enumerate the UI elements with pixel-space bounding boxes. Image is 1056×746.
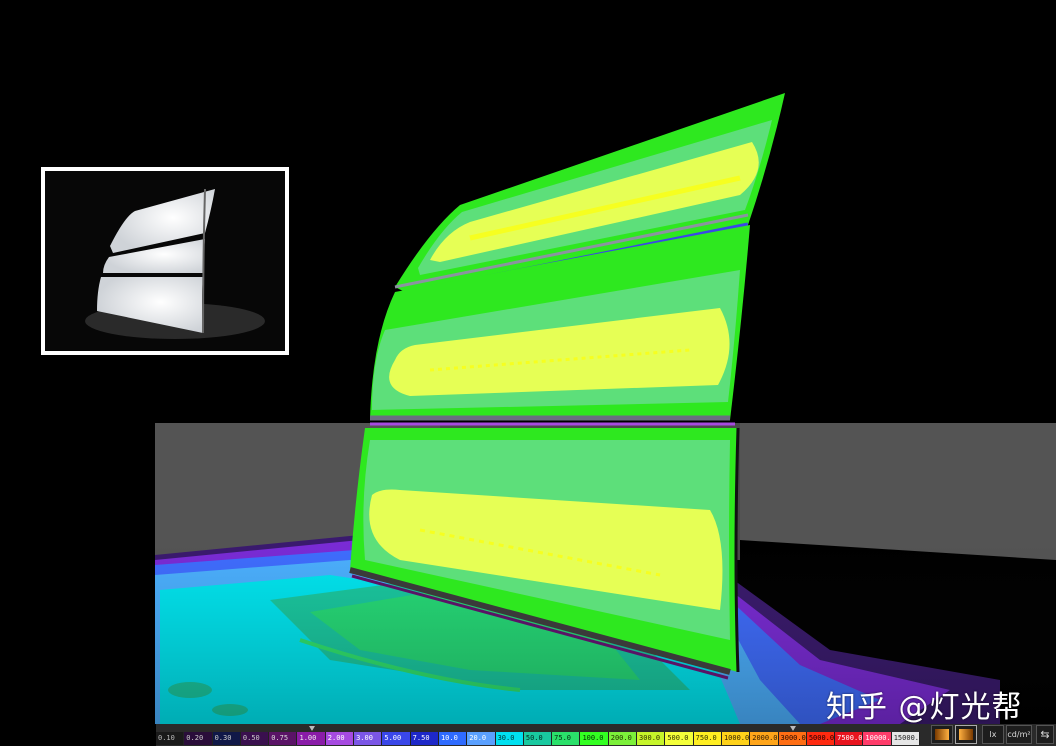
legend-swatch: 10.0: [438, 732, 468, 745]
legend-swatch: 500.0: [665, 732, 694, 745]
false-color-render-viewport[interactable]: [0, 0, 1056, 746]
legend-swatch: 5000.0: [806, 732, 836, 745]
inset-frame: [41, 167, 289, 355]
gradient-alt-button[interactable]: [955, 725, 977, 744]
gradient-icon: [935, 729, 949, 740]
legend-swatch: 3.00: [354, 732, 383, 745]
legend-swatch: 30.0: [495, 732, 524, 745]
legend-swatch: 1.00: [297, 732, 326, 745]
gradient-alt-icon: [959, 729, 973, 740]
legend-swatch: 300.0: [637, 732, 666, 745]
legend-swatch: 100.0: [580, 732, 609, 745]
legend-swatch: 0.10: [156, 732, 185, 745]
lux-unit-button[interactable]: lx: [982, 725, 1004, 744]
legend-swatch: 15000.0: [891, 732, 921, 745]
legend-swatch: 2.00: [325, 732, 355, 745]
legend-swatch: 5.00: [382, 732, 411, 745]
watermark-text: 知乎 @灯光帮: [826, 690, 1023, 725]
color-legend: 0.10 0.20 0.30 0.50 0.75 1.00 2.00 3.00 5.00 7.50…: [156, 732, 921, 745]
legend-swatch: 750.0: [693, 732, 722, 745]
legend-swatch: 0.20: [184, 732, 213, 745]
legend-swatch: 50.0: [523, 732, 553, 745]
legend-swatch: 7500.0: [835, 732, 864, 745]
legend-swatch: 0.75: [269, 732, 298, 745]
gradient-button[interactable]: [931, 725, 953, 744]
legend-swatch: 0.30: [212, 732, 241, 745]
scale-marker[interactable]: [308, 726, 315, 731]
panel-wall: [349, 93, 785, 680]
swap-button[interactable]: ⇆: [1036, 725, 1054, 744]
legend-swatch: 200.0: [608, 732, 638, 745]
false-color-scale-bar: 0.10 0.20 0.30 0.50 0.75 1.00 2.00 3.00 5.00 7.50…: [156, 724, 1056, 746]
legend-swatch: 20.0: [467, 732, 496, 745]
legend-swatch: 0.50: [240, 732, 270, 745]
luminance-unit-button[interactable]: cd/m²: [1006, 725, 1032, 744]
legend-swatch: 75.0: [552, 732, 581, 745]
legend-swatch: 2000.0: [750, 732, 779, 745]
legend-swatch: 3000.0: [778, 732, 807, 745]
legend-swatch: 10000.0: [863, 732, 892, 745]
swap-arrows-icon: ⇆: [1040, 728, 1050, 741]
legend-swatch: 1000.0: [721, 732, 751, 745]
legend-swatch: 7.50: [410, 732, 439, 745]
scale-marker[interactable]: [789, 726, 796, 731]
